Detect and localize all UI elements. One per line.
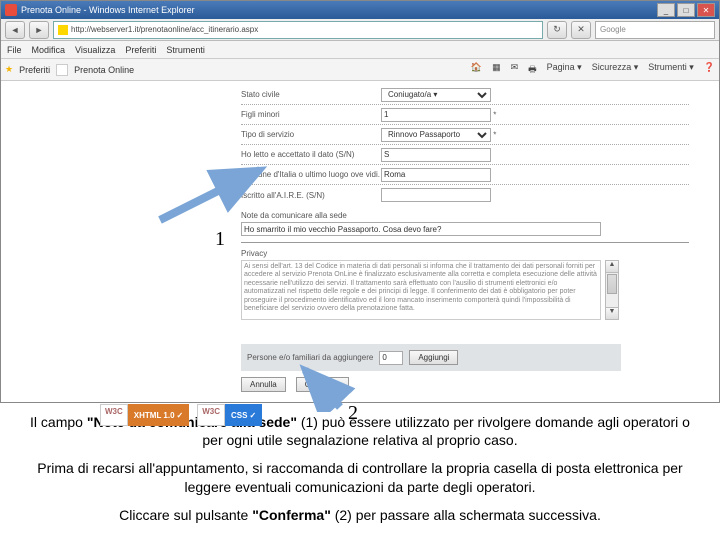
scroll-thumb[interactable]: [607, 274, 617, 294]
maximize-button[interactable]: □: [677, 3, 695, 17]
privacy-label: Privacy: [241, 249, 689, 258]
input-figli-minori[interactable]: [381, 108, 491, 122]
input-aire[interactable]: [381, 188, 491, 202]
stop-button[interactable]: ✕: [571, 21, 591, 39]
menu-bar: File Modifica Visualizza Preferiti Strum…: [1, 41, 719, 59]
select-stato-civile[interactable]: Coniugato/a ▾: [381, 88, 491, 102]
input-consenso[interactable]: [381, 148, 491, 162]
label-consenso: Ho letto e accettato il dato (S/N): [241, 150, 381, 159]
nav-toolbar: ◄ ► http://webserver1.it/prenotaonline/a…: [1, 19, 719, 41]
address-bar[interactable]: http://webserver1.it/prenotaonline/acc_i…: [53, 21, 543, 39]
mail-icon[interactable]: ✉: [511, 62, 519, 78]
add-button[interactable]: Aggiungi: [409, 350, 458, 365]
css-badge: W3C CSS✓: [197, 404, 262, 426]
menu-modifica[interactable]: Modifica: [32, 45, 66, 55]
cancel-button[interactable]: Annulla: [241, 377, 286, 392]
label-tipo-servizio: Tipo di servizio: [241, 130, 381, 139]
tool-pagina[interactable]: Pagina ▾: [547, 62, 582, 78]
note-label: Note da comunicare alla sede: [241, 211, 689, 220]
menu-strumenti[interactable]: Strumenti: [166, 45, 205, 55]
validation-badges: W3C XHTML 1.0✓ W3C CSS✓: [100, 404, 262, 426]
tab-favicon: [56, 64, 68, 76]
print-icon[interactable]: 🖶: [528, 62, 537, 78]
privacy-text: Ai sensi dell'art. 13 del Codice in mate…: [241, 260, 601, 320]
back-button[interactable]: ◄: [5, 21, 25, 39]
window-title: Prenota Online - Windows Internet Explor…: [21, 5, 195, 15]
forward-button[interactable]: ►: [29, 21, 49, 39]
help-icon[interactable]: ❓: [704, 62, 715, 78]
search-placeholder: Google: [600, 25, 626, 34]
browser-window: Prenota Online - Windows Internet Explor…: [0, 0, 720, 403]
add-people-count[interactable]: [379, 351, 403, 365]
close-button[interactable]: ✕: [697, 3, 715, 17]
tool-sicurezza[interactable]: Sicurezza ▾: [592, 62, 639, 78]
input-comune[interactable]: [381, 168, 491, 182]
address-text: http://webserver1.it/prenotaonline/acc_i…: [71, 25, 258, 34]
privacy-scrollbar[interactable]: ▲ ▼: [605, 260, 619, 320]
menu-preferiti[interactable]: Preferiti: [125, 45, 156, 55]
feed-icon[interactable]: ▦: [492, 62, 501, 78]
titlebar: Prenota Online - Windows Internet Explor…: [1, 1, 719, 19]
minimize-button[interactable]: _: [657, 3, 675, 17]
security-icon: [58, 25, 68, 35]
scroll-up-icon[interactable]: ▲: [606, 261, 618, 273]
favorites-label[interactable]: Preferiti: [19, 65, 50, 75]
callout-number-1: 1: [215, 228, 225, 251]
menu-file[interactable]: File: [7, 45, 22, 55]
select-tipo-servizio[interactable]: Rinnovo Passaporto: [381, 128, 491, 142]
label-stato-civile: Stato civile: [241, 90, 381, 99]
favorites-bar: ★ Preferiti Prenota Online 🏠 ▦ ✉ 🖶 Pagin…: [1, 59, 719, 81]
favorites-star-icon[interactable]: ★: [5, 64, 13, 75]
label-figli-minori: Figli minori: [241, 110, 381, 119]
refresh-button[interactable]: ↻: [547, 21, 567, 39]
page-content: Stato civile Coniugato/a ▾ Figli minori …: [1, 81, 719, 402]
scroll-down-icon[interactable]: ▼: [606, 307, 618, 319]
note-input[interactable]: [241, 222, 601, 236]
app-icon: [5, 4, 17, 16]
search-box[interactable]: Google: [595, 21, 715, 39]
menu-visualizza[interactable]: Visualizza: [75, 45, 115, 55]
xhtml-badge: W3C XHTML 1.0✓: [100, 404, 189, 426]
callout-arrow-1: [150, 160, 280, 230]
add-people-label: Persone e/o familiari da aggiungere: [247, 353, 373, 362]
tab-label[interactable]: Prenota Online: [74, 65, 134, 75]
home-icon[interactable]: 🏠: [471, 62, 482, 78]
tool-strumenti[interactable]: Strumenti ▾: [648, 62, 694, 78]
callout-number-2: 2: [348, 402, 358, 425]
